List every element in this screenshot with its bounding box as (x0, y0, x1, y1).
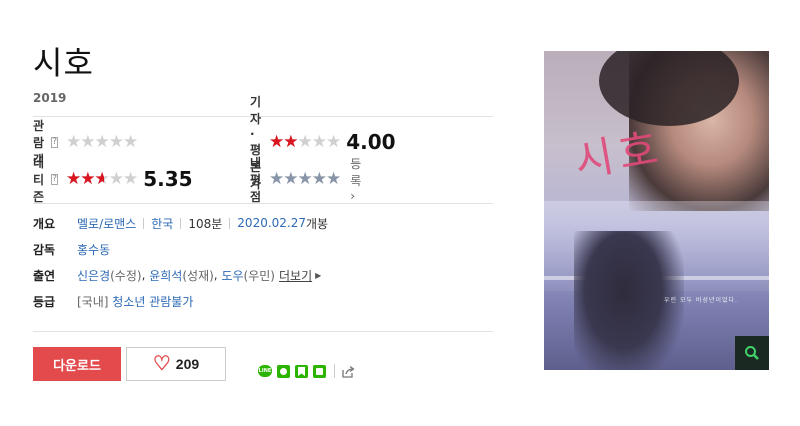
release-suffix: 개봉 (306, 216, 329, 231)
netizen-rating-label: 네티즌 (33, 155, 45, 204)
magnifier-icon (745, 346, 759, 360)
like-count: 209 (175, 356, 200, 372)
heart-icon: ♡ (152, 353, 171, 375)
my-rating-stars[interactable]: ★★★★★ (269, 169, 341, 189)
critic-stars: ★★★★★★★★★★ (269, 132, 341, 152)
line-icon[interactable]: LINE (258, 365, 272, 377)
director-label: 감독 (33, 242, 56, 257)
section-divider (33, 331, 493, 332)
runtime: 108분 (188, 216, 223, 231)
cast-label: 출연 (33, 268, 56, 283)
divider (180, 217, 182, 229)
grade-row: 등급 [국내] 청소년 관람불가 (33, 288, 493, 314)
audience-stars: ★★★★★★★★★★ (66, 132, 138, 152)
cast-row: 출연 신은경 (수정), 윤희석 (성재), 도우 (우민) 더보기 ▶ (33, 267, 322, 284)
overview-label: 개요 (33, 216, 56, 231)
netizen-rating: 네티즌 ? ★★★★★★★★★★ 5.35 (33, 154, 193, 205)
divider (143, 217, 145, 229)
netizen-score: 5.35 (143, 167, 193, 191)
actor-link[interactable]: 도우 (221, 267, 243, 284)
movie-poster[interactable]: 시호 우린 모두 비성년이었다. (544, 51, 769, 370)
poster-tagline: 우린 모두 비성년이었다. (664, 297, 738, 304)
actor-link[interactable]: 윤희석 (149, 267, 182, 284)
actor-link[interactable]: 신은경 (77, 267, 110, 284)
export-icon[interactable] (341, 364, 355, 378)
help-icon[interactable]: ? (51, 136, 59, 148)
overview-row: 개요 멜로/로맨스 한국 108분 2020.02.27 개봉 (33, 210, 493, 236)
caret-right-icon: ▶ (315, 270, 322, 280)
band-icon[interactable] (313, 364, 326, 378)
download-button[interactable]: 다운로드 (33, 347, 121, 381)
actor-role: (우민) (243, 268, 275, 283)
netizen-stars: ★★★★★★★★★★ (66, 169, 138, 189)
more-cast-link[interactable]: 더보기 (279, 267, 312, 284)
register-rating-link[interactable]: 등록 › (350, 155, 361, 203)
divider (334, 364, 335, 378)
help-icon[interactable]: ? (51, 173, 59, 185)
genre-link[interactable]: 멜로/로맨스 (77, 215, 136, 232)
release-date-link[interactable]: 2020.02.27 (237, 216, 306, 230)
naver-bookmark-icon[interactable] (295, 364, 308, 378)
action-buttons: 다운로드 ♡ 209 (33, 347, 226, 381)
kakaotalk-icon[interactable] (277, 364, 290, 378)
grade-link[interactable]: 청소년 관람불가 (112, 293, 193, 310)
chevron-right-icon: › (350, 189, 356, 203)
movie-title: 시호 (33, 44, 94, 82)
grade-label: 등급 (33, 294, 56, 309)
actor-role: (수정) (110, 268, 142, 283)
country-link[interactable]: 한국 (151, 215, 173, 232)
share-bar: LINE (258, 364, 355, 378)
ratings-panel: 관람객 ? ★★★★★★★★★★ 기자·평론가 ★★★★★★★★★★ 4.00 … (33, 95, 493, 205)
movie-details: 개요 멜로/로맨스 한국 108분 2020.02.27 개봉 감독 홍수동 출… (33, 210, 493, 314)
zoom-button[interactable] (735, 336, 769, 370)
grade-region: [국내] (77, 294, 109, 309)
critic-score: 4.00 (346, 130, 396, 154)
actor-role: (성재) (182, 268, 214, 283)
divider (229, 217, 231, 229)
director-link[interactable]: 홍수동 (77, 241, 110, 258)
like-button[interactable]: ♡ 209 (126, 347, 226, 381)
my-rating-label: 내 평점 (250, 155, 262, 204)
director-row: 감독 홍수동 (33, 236, 493, 262)
my-rating: 내 평점 ★★★★★ 등록 › (250, 154, 361, 205)
